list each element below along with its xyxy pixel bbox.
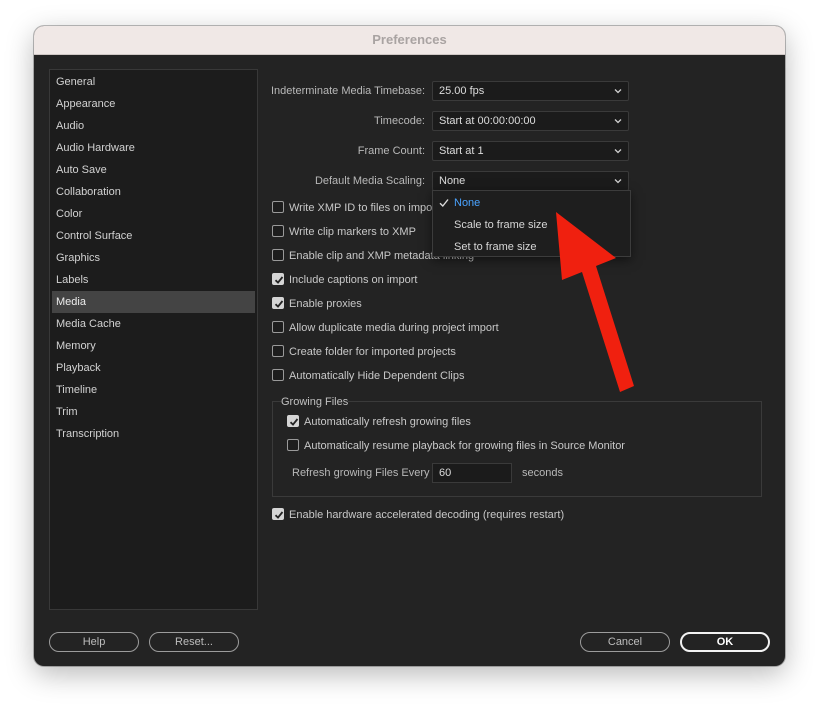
chevron-down-icon xyxy=(614,119,622,124)
sidebar-item-audio[interactable]: Audio xyxy=(52,115,255,137)
growing-files-title: Growing Files xyxy=(281,394,349,410)
sidebar-item-audio-hardware[interactable]: Audio Hardware xyxy=(52,137,255,159)
timebase-value: 25.00 fps xyxy=(439,85,485,97)
sidebar-item-playback[interactable]: Playback xyxy=(52,357,255,379)
checkbox-label: Automatically resume playback for growin… xyxy=(304,440,625,452)
checkbox-label: Allow duplicate media during project imp… xyxy=(289,322,499,334)
checkbox-box[interactable] xyxy=(287,415,299,427)
checkbox-box[interactable] xyxy=(272,273,284,285)
checkbox-box[interactable] xyxy=(272,345,284,357)
frame-count-label: Frame Count: xyxy=(357,145,425,157)
sidebar-item-control-surface[interactable]: Control Surface xyxy=(52,225,255,247)
checkbox-box[interactable] xyxy=(272,508,284,520)
timebase-label: Indeterminate Media Timebase: xyxy=(271,85,426,97)
scaling-label: Default Media Scaling: xyxy=(314,175,425,187)
checkbox-box[interactable] xyxy=(272,321,284,333)
frame-count-value: Start at 1 xyxy=(439,145,484,157)
checkbox-box[interactable] xyxy=(272,249,284,261)
refresh-interval-label: Refresh growing Files Every xyxy=(292,467,430,479)
checkmark-icon xyxy=(274,511,284,519)
checkmark-icon xyxy=(274,276,284,284)
checkbox-box[interactable] xyxy=(287,439,299,451)
checkbox-label: Enable hardware accelerated decoding (re… xyxy=(289,509,565,521)
dropdown-option-label: Set to frame size xyxy=(454,241,537,253)
preferences-window: Preferences General Appearance Audio Aud… xyxy=(34,26,785,666)
checkbox-box[interactable] xyxy=(272,201,284,213)
timecode-label: Timecode: xyxy=(374,115,425,127)
sidebar-item-auto-save[interactable]: Auto Save xyxy=(52,159,255,181)
sidebar-item-timeline[interactable]: Timeline xyxy=(52,379,255,401)
refresh-interval-unit: seconds xyxy=(522,467,563,479)
sidebar: General Appearance Audio Audio Hardware … xyxy=(49,69,258,610)
dropdown-option-label: None xyxy=(454,197,481,209)
checkbox-box[interactable] xyxy=(272,225,284,237)
chevron-down-icon xyxy=(614,89,622,94)
help-button[interactable]: Help xyxy=(49,632,139,652)
sidebar-item-labels[interactable]: Labels xyxy=(52,269,255,291)
checkbox-label: Write XMP ID to files on impo xyxy=(289,202,433,214)
reset-button[interactable]: Reset... xyxy=(149,632,239,652)
checkbox-label: Create folder for imported projects xyxy=(289,346,456,358)
checkbox-box[interactable] xyxy=(272,297,284,309)
timecode-value: Start at 00:00:00:00 xyxy=(439,115,536,127)
checkbox-box[interactable] xyxy=(272,369,284,381)
checkbox-label: Write clip markers to XMP xyxy=(289,226,416,238)
sidebar-item-media[interactable]: Media xyxy=(52,291,255,313)
ok-button[interactable]: OK xyxy=(680,632,770,652)
sidebar-item-transcription[interactable]: Transcription xyxy=(52,423,255,445)
sidebar-item-general[interactable]: General xyxy=(52,71,255,93)
checkbox-label: Automatically Hide Dependent Clips xyxy=(289,370,465,382)
checkmark-icon xyxy=(274,300,284,308)
chevron-down-icon xyxy=(614,149,622,154)
dropdown-option-label: Scale to frame size xyxy=(454,219,548,231)
sidebar-item-trim[interactable]: Trim xyxy=(52,401,255,423)
scaling-value: None xyxy=(439,175,466,187)
sidebar-item-collaboration[interactable]: Collaboration xyxy=(52,181,255,203)
timecode-select[interactable]: Start at 00:00:00:00 xyxy=(432,111,629,131)
annotation-arrow-icon xyxy=(556,212,634,392)
chevron-down-icon xyxy=(614,179,622,184)
timebase-select[interactable]: 25.00 fps xyxy=(432,81,629,101)
checkmark-icon xyxy=(439,199,449,208)
window-title: Preferences xyxy=(34,26,785,55)
sidebar-item-media-cache[interactable]: Media Cache xyxy=(52,313,255,335)
checkbox-label: Enable proxies xyxy=(289,298,362,310)
arrow-shape xyxy=(556,212,634,392)
scaling-select[interactable]: None xyxy=(432,171,629,191)
sidebar-item-graphics[interactable]: Graphics xyxy=(52,247,255,269)
frame-count-select[interactable]: Start at 1 xyxy=(432,141,629,161)
refresh-interval-input[interactable]: 60 xyxy=(432,463,512,483)
sidebar-item-color[interactable]: Color xyxy=(52,203,255,225)
sidebar-item-appearance[interactable]: Appearance xyxy=(52,93,255,115)
sidebar-item-memory[interactable]: Memory xyxy=(52,335,255,357)
checkbox-label: Include captions on import xyxy=(289,274,418,286)
checkbox-label: Automatically refresh growing files xyxy=(304,416,471,428)
cancel-button[interactable]: Cancel xyxy=(580,632,670,652)
checkmark-icon xyxy=(289,418,299,426)
